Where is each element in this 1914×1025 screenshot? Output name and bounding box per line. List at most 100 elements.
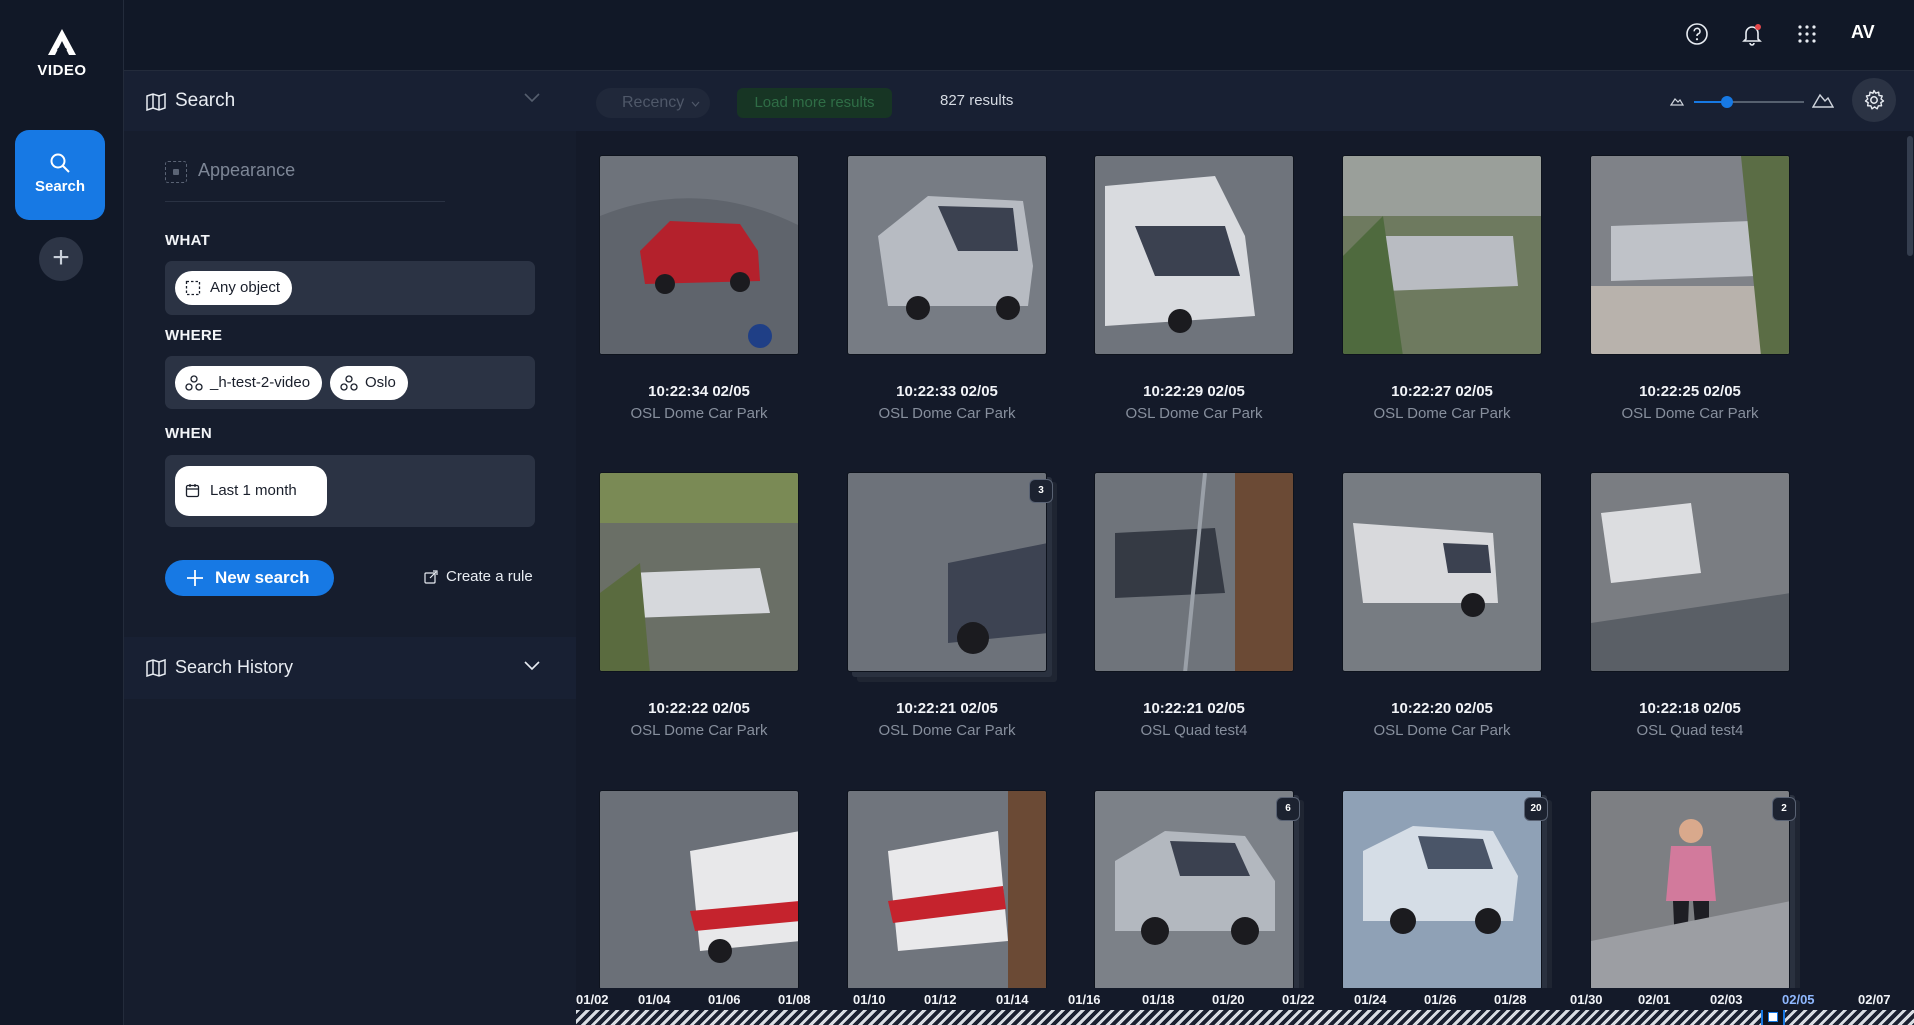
group-count-badge[interactable]: 20 — [1524, 797, 1548, 821]
timeline-date-label: 01/24 — [1354, 992, 1387, 1007]
map-icon — [146, 659, 166, 677]
thumbnail-image — [600, 156, 798, 354]
map-icon — [146, 93, 166, 111]
result-camera: OSL Quad test4 — [1636, 722, 1744, 739]
logo-text: VIDEO — [37, 62, 87, 79]
timeline-date-label: 02/03 — [1710, 992, 1743, 1007]
result-timestamp: 10:22:18 02/05 — [1639, 700, 1741, 717]
where-chip-camera[interactable]: _h-test-2-video — [175, 366, 323, 400]
results-area: Recency Load more results 827 results 10… — [576, 71, 1914, 1025]
where-chip-camera-label: _h-test-2-video — [210, 374, 311, 391]
result-thumbnail[interactable] — [1094, 790, 1294, 990]
search-history-header[interactable]: Search History — [124, 637, 576, 699]
thumbnail-image — [1591, 791, 1789, 989]
gear-icon — [1864, 89, 1885, 110]
timeline-date-label: 01/16 — [1068, 992, 1101, 1007]
result-thumbnail[interactable] — [599, 155, 799, 355]
sort-dropdown[interactable]: Recency — [596, 88, 710, 118]
appearance-label: Appearance — [198, 160, 296, 180]
result-camera: OSL Dome Car Park — [1373, 722, 1511, 739]
create-rule-label: Create a rule — [446, 568, 533, 585]
when-chip[interactable]: Last 1 month — [175, 466, 327, 516]
left-rail: VIDEO Search + — [0, 0, 124, 1025]
timeline-date-label: 02/01 — [1638, 992, 1671, 1007]
result-timestamp: 10:22:20 02/05 — [1391, 700, 1493, 717]
bell-icon[interactable] — [1740, 22, 1764, 46]
result-camera: OSL Dome Car Park — [878, 722, 1016, 739]
timeline-track[interactable] — [576, 1010, 1914, 1025]
plus-icon — [187, 570, 203, 586]
timeline-date-label: 01/22 — [1282, 992, 1315, 1007]
result-timestamp: 10:22:34 02/05 — [648, 383, 750, 400]
thumbnail-image — [600, 791, 798, 989]
search-panel-title: Search — [175, 90, 236, 111]
result-camera: OSL Dome Car Park — [1125, 405, 1263, 422]
timeline-date-label: 01/18 — [1142, 992, 1175, 1007]
what-field[interactable]: Any object — [165, 261, 535, 315]
result-timestamp: 10:22:21 02/05 — [1143, 700, 1245, 717]
result-thumbnail[interactable] — [847, 155, 1047, 355]
results-toolbar: Recency Load more results 827 results — [576, 71, 1914, 131]
group-count-badge[interactable]: 3 — [1029, 479, 1053, 503]
result-camera: OSL Dome Car Park — [630, 405, 768, 422]
result-thumbnail[interactable] — [1590, 790, 1790, 990]
chevron-down-icon[interactable] — [524, 93, 540, 103]
result-thumbnail[interactable] — [1342, 790, 1542, 990]
what-label: WHAT — [165, 232, 211, 249]
add-button[interactable]: + — [39, 237, 83, 281]
timeline-date-label: 01/04 — [638, 992, 671, 1007]
group-count-badge[interactable]: 6 — [1276, 797, 1300, 821]
zoom-slider[interactable] — [1694, 96, 1804, 108]
result-thumbnail[interactable] — [1342, 155, 1542, 355]
settings-button[interactable] — [1852, 78, 1896, 122]
result-thumbnail[interactable] — [599, 472, 799, 672]
timeline-date-label: 01/12 — [924, 992, 957, 1007]
group-count-badge[interactable]: 2 — [1772, 797, 1796, 821]
zoom-slider-handle[interactable] — [1721, 96, 1733, 108]
plus-icon: + — [52, 241, 70, 274]
zoom-out-icon[interactable] — [1670, 96, 1684, 106]
thumbnail-image — [848, 156, 1046, 354]
new-search-label: New search — [215, 568, 310, 587]
calendar-icon — [185, 484, 200, 498]
load-more-button[interactable]: Load more results — [737, 88, 892, 118]
where-field[interactable]: _h-test-2-video Oslo — [165, 356, 535, 409]
result-thumbnail[interactable] — [1590, 472, 1790, 672]
search-panel-header[interactable]: Search — [124, 71, 576, 131]
result-timestamp: 10:22:25 02/05 — [1639, 383, 1741, 400]
result-camera: OSL Dome Car Park — [630, 722, 768, 739]
appearance-filter[interactable]: Appearance — [165, 160, 445, 202]
zoom-in-icon[interactable] — [1812, 91, 1834, 109]
what-chip[interactable]: Any object — [175, 271, 293, 305]
when-field[interactable]: Last 1 month — [165, 455, 535, 527]
nav-search-button[interactable]: Search — [15, 130, 105, 220]
result-thumbnail[interactable] — [1094, 472, 1294, 672]
timeline[interactable]: 01/02 01/04 01/06 01/08 01/10 01/12 01/14 01/16… — [576, 988, 1914, 1025]
where-chip-location-label: Oslo — [365, 374, 396, 391]
app-logo[interactable]: VIDEO — [0, 28, 124, 79]
create-rule-link[interactable]: Create a rule — [424, 568, 533, 585]
search-icon — [50, 153, 70, 173]
timeline-date-label: 01/06 — [708, 992, 741, 1007]
thumbnail-image — [848, 473, 1046, 671]
timeline-date-label: 01/30 — [1570, 992, 1603, 1007]
chevron-down-icon[interactable] — [524, 661, 540, 671]
result-thumbnail[interactable] — [1590, 155, 1790, 355]
where-chip-location[interactable]: Oslo — [330, 366, 408, 400]
timeline-date-label: 01/20 — [1212, 992, 1245, 1007]
thumbnail-image — [1095, 156, 1293, 354]
result-thumbnail[interactable] — [599, 790, 799, 990]
user-avatar[interactable]: AV — [1851, 22, 1875, 43]
result-thumbnail[interactable] — [847, 472, 1047, 672]
result-thumbnail[interactable] — [1342, 472, 1542, 672]
help-icon[interactable] — [1685, 22, 1709, 46]
result-thumbnail[interactable] — [1094, 155, 1294, 355]
results-count: 827 results — [940, 92, 1014, 109]
result-thumbnail[interactable] — [847, 790, 1047, 990]
camera-group-icon — [185, 375, 203, 391]
result-camera: OSL Dome Car Park — [1373, 405, 1511, 422]
search-history-title: Search History — [175, 657, 294, 677]
results-scrollbar[interactable] — [1907, 136, 1913, 256]
apps-grid-icon[interactable] — [1795, 22, 1819, 46]
new-search-button[interactable]: New search — [165, 560, 334, 596]
